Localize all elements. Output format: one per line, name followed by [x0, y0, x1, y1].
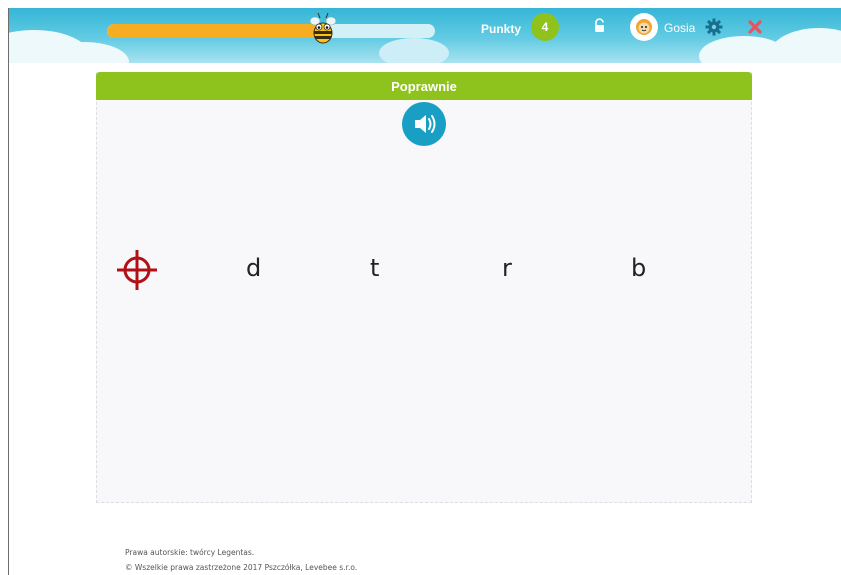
letter-option[interactable]: t — [370, 254, 379, 282]
cloud-decoration — [379, 38, 449, 63]
gear-icon[interactable] — [705, 18, 723, 36]
lock-icon[interactable] — [593, 18, 607, 34]
username[interactable]: Gosia — [664, 21, 695, 35]
letter-option[interactable]: r — [502, 254, 512, 282]
crosshair-icon[interactable] — [113, 246, 161, 294]
status-title: Poprawnie — [96, 72, 752, 100]
letter-option[interactable]: b — [631, 254, 646, 282]
bee-icon — [309, 12, 337, 44]
avatar-icon — [633, 16, 655, 38]
points-badge: 4 — [531, 13, 559, 41]
speaker-icon — [415, 115, 436, 133]
copyright-line-2: © Wszelkie prawa zastrzeżone 2017 Pszczó… — [125, 563, 358, 572]
copyright-line-1: Prawa autorskie: twórcy Legentas. — [125, 548, 255, 557]
letter-option[interactable]: d — [246, 254, 261, 282]
progress-fill — [107, 24, 327, 38]
window-frame — [8, 8, 9, 575]
top-bar: Punkty 4 Gosia — [9, 8, 841, 63]
points-label: Punkty — [481, 22, 522, 36]
close-icon[interactable] — [747, 19, 763, 35]
avatar[interactable] — [632, 15, 656, 39]
play-sound-button[interactable] — [402, 102, 446, 146]
footer: Prawa autorskie: twórcy Legentas. © Wsze… — [125, 545, 357, 575]
cloud-decoration — [769, 28, 841, 63]
progress-bar — [107, 24, 435, 38]
